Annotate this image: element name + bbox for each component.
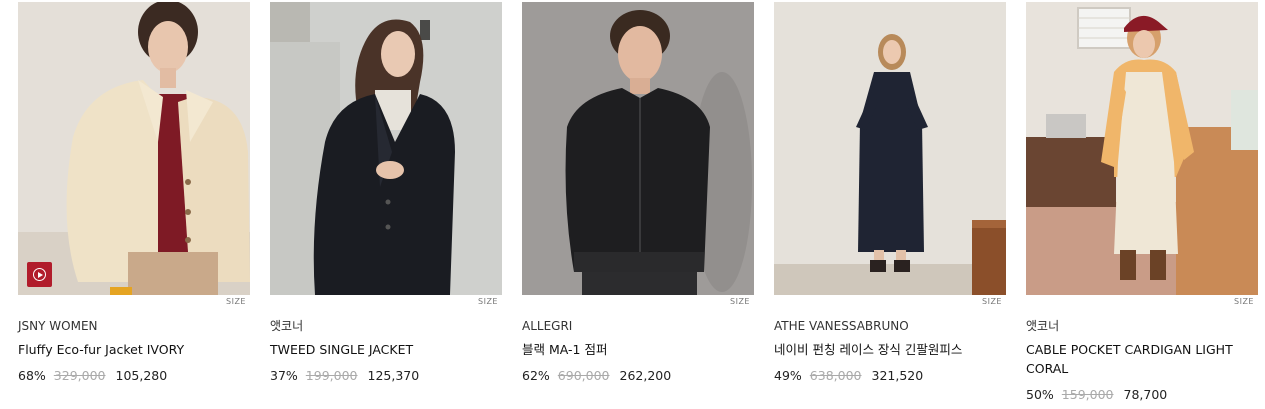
product-image[interactable] — [522, 2, 754, 295]
discount-rate: 68% — [18, 368, 46, 383]
size-button[interactable]: SIZE — [730, 297, 750, 306]
sale-price: 78,700 — [1123, 387, 1168, 402]
discount-rate: 62% — [522, 368, 550, 383]
product-brand[interactable]: ATHE VANESSABRUNO — [774, 318, 1006, 334]
product-price: 49% 638,000 321,520 — [774, 368, 1006, 384]
product-name[interactable]: 블랙 MA-1 점퍼 — [522, 340, 742, 359]
product-image[interactable] — [18, 2, 250, 295]
product-image[interactable] — [1026, 2, 1258, 295]
original-price: 690,000 — [557, 368, 610, 383]
sale-price: 105,280 — [115, 368, 168, 383]
original-price: 199,000 — [305, 368, 358, 383]
video-play-badge[interactable] — [27, 262, 52, 287]
product-name[interactable]: CABLE POCKET CARDIGAN LIGHT CORAL — [1026, 340, 1246, 378]
original-price: 638,000 — [809, 368, 862, 383]
product-brand[interactable]: JSNY WOMEN — [18, 318, 250, 334]
product-brand[interactable]: 앳코너 — [270, 318, 502, 334]
size-button[interactable]: SIZE — [226, 297, 246, 306]
product-card[interactable]: SIZE ATHE VANESSABRUNO 네이비 펀칭 레이스 장식 긴팔원… — [774, 2, 1006, 403]
product-card[interactable]: SIZE 앳코너 TWEED SINGLE JACKET 37% 199,000 1… — [270, 2, 502, 403]
play-icon — [33, 268, 46, 281]
product-card[interactable]: SIZE JSNY WOMEN Fluffy Eco-fur Jacket IV… — [18, 2, 250, 403]
product-price: 68% 329,000 105,280 — [18, 368, 250, 384]
sale-price: 321,520 — [871, 368, 924, 383]
product-card[interactable]: SIZE ALLEGRI 블랙 MA-1 점퍼 62% 690,000 262,20… — [522, 2, 754, 403]
product-image[interactable] — [774, 2, 1006, 295]
product-price: 37% 199,000 125,370 — [270, 368, 502, 384]
product-name[interactable]: TWEED SINGLE JACKET — [270, 340, 490, 359]
original-price: 159,000 — [1061, 387, 1114, 402]
discount-rate: 50% — [1026, 387, 1054, 402]
sale-price: 125,370 — [367, 368, 420, 383]
size-button[interactable]: SIZE — [982, 297, 1002, 306]
discount-rate: 49% — [774, 368, 802, 383]
product-brand[interactable]: 앳코너 — [1026, 318, 1258, 334]
product-name[interactable]: 네이비 펀칭 레이스 장식 긴팔원피스 — [774, 340, 994, 359]
sale-price: 262,200 — [619, 368, 672, 383]
size-button[interactable]: SIZE — [1234, 297, 1254, 306]
product-name[interactable]: Fluffy Eco-fur Jacket IVORY — [18, 340, 238, 359]
original-price: 329,000 — [53, 368, 106, 383]
product-image[interactable] — [270, 2, 502, 295]
size-button[interactable]: SIZE — [478, 297, 498, 306]
product-grid: SIZE JSNY WOMEN Fluffy Eco-fur Jacket IV… — [18, 2, 1258, 403]
product-price: 50% 159,000 78,700 — [1026, 387, 1258, 403]
product-brand[interactable]: ALLEGRI — [522, 318, 754, 334]
discount-rate: 37% — [270, 368, 298, 383]
product-price: 62% 690,000 262,200 — [522, 368, 754, 384]
product-card[interactable]: SIZE 앳코너 CABLE POCKET CARDIGAN LIGHT COR… — [1026, 2, 1258, 403]
